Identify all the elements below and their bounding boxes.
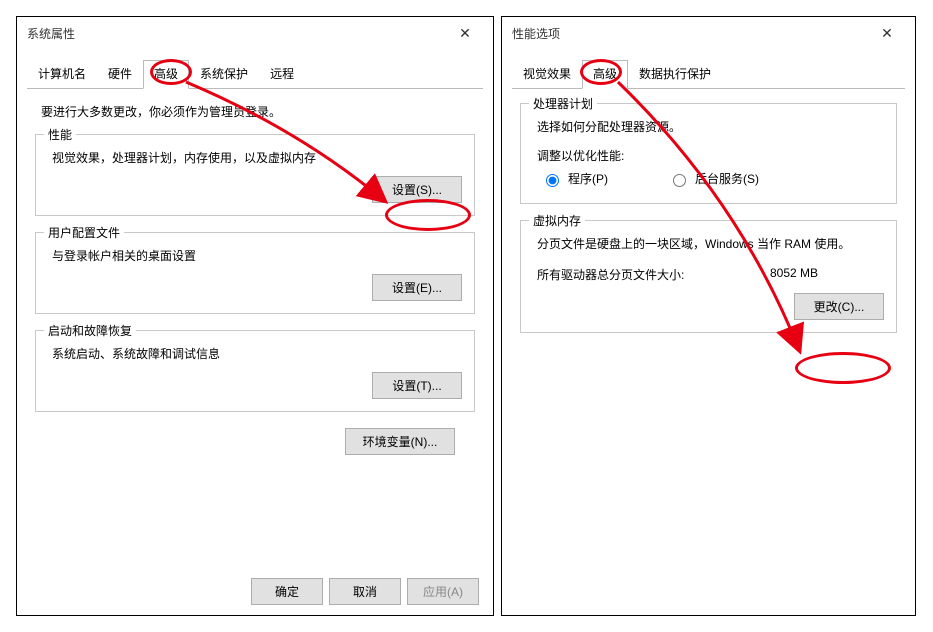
close-icon[interactable]: ✕ [445,19,485,47]
system-properties-dialog: 系统属性 ✕ 计算机名 硬件 高级 系统保护 远程 要进行大多数更改，你必须作为… [16,16,494,616]
processor-scheduling-group: 处理器计划 选择如何分配处理器资源。 调整以优化性能: 程序(P) 后台服务(S… [520,103,897,204]
dialog-title: 系统属性 [27,25,75,42]
paging-total-label: 所有驱动器总分页文件大小: [537,266,770,283]
tab-computer-name[interactable]: 计算机名 [27,60,97,89]
processor-scheduling-title: 处理器计划 [529,95,597,112]
startup-recovery-desc: 系统启动、系统故障和调试信息 [52,345,462,362]
radio-programs-input[interactable] [546,174,559,187]
content-area: 要进行大多数更改，你必须作为管理员登录。 性能 视觉效果，处理器计划，内存使用，… [17,89,493,473]
tabs: 计算机名 硬件 高级 系统保护 远程 [27,59,483,89]
change-button[interactable]: 更改(C)... [794,293,884,320]
performance-title: 性能 [44,126,76,143]
virtual-memory-title: 虚拟内存 [529,212,585,229]
dialog-buttons: 确定 取消 应用(A) [251,578,479,605]
radio-programs-label: 程序(P) [568,170,608,187]
user-profile-desc: 与登录帐户相关的桌面设置 [52,247,462,264]
tab-advanced[interactable]: 高级 [582,60,628,89]
tabs: 视觉效果 高级 数据执行保护 [512,59,905,89]
user-profile-group: 用户配置文件 与登录帐户相关的桌面设置 设置(E)... [35,232,475,314]
performance-settings-button[interactable]: 设置(S)... [372,176,462,203]
tab-hardware[interactable]: 硬件 [97,60,143,89]
paging-total-value: 8052 MB [770,266,880,283]
radio-background-input[interactable] [673,174,686,187]
radio-background-label: 后台服务(S) [695,170,759,187]
performance-group: 性能 视觉效果，处理器计划，内存使用，以及虚拟内存 设置(S)... [35,134,475,216]
performance-desc: 视觉效果，处理器计划，内存使用，以及虚拟内存 [52,149,462,166]
tab-advanced[interactable]: 高级 [143,60,189,89]
admin-notice: 要进行大多数更改，你必须作为管理员登录。 [41,103,475,120]
virtual-memory-group: 虚拟内存 分页文件是硬盘上的一块区域，Windows 当作 RAM 使用。 所有… [520,220,897,333]
startup-recovery-settings-button[interactable]: 设置(T)... [372,372,462,399]
ok-button[interactable]: 确定 [251,578,323,605]
user-profile-settings-button[interactable]: 设置(E)... [372,274,462,301]
startup-recovery-group: 启动和故障恢复 系统启动、系统故障和调试信息 设置(T)... [35,330,475,412]
titlebar: 系统属性 ✕ [17,17,493,49]
tab-system-protection[interactable]: 系统保护 [189,60,259,89]
user-profile-title: 用户配置文件 [44,224,124,241]
radio-background[interactable]: 后台服务(S) [668,170,759,187]
performance-options-dialog: 性能选项 ✕ 视觉效果 高级 数据执行保护 处理器计划 选择如何分配处理器资源。… [501,16,916,616]
apply-button[interactable]: 应用(A) [407,578,479,605]
tab-visual-effects[interactable]: 视觉效果 [512,60,582,89]
processor-scheduling-desc: 选择如何分配处理器资源。 [537,118,884,135]
close-icon[interactable]: ✕ [867,19,907,47]
radio-programs[interactable]: 程序(P) [541,170,608,187]
environment-variables-button[interactable]: 环境变量(N)... [345,428,455,455]
adjust-label: 调整以优化性能: [537,147,884,164]
dialog-title: 性能选项 [512,25,560,42]
virtual-memory-desc: 分页文件是硬盘上的一块区域，Windows 当作 RAM 使用。 [537,235,884,252]
titlebar: 性能选项 ✕ [502,17,915,49]
tab-remote[interactable]: 远程 [259,60,305,89]
content-area: 处理器计划 选择如何分配处理器资源。 调整以优化性能: 程序(P) 后台服务(S… [502,89,915,359]
tab-dep[interactable]: 数据执行保护 [628,60,722,89]
cancel-button[interactable]: 取消 [329,578,401,605]
startup-recovery-title: 启动和故障恢复 [44,322,136,339]
